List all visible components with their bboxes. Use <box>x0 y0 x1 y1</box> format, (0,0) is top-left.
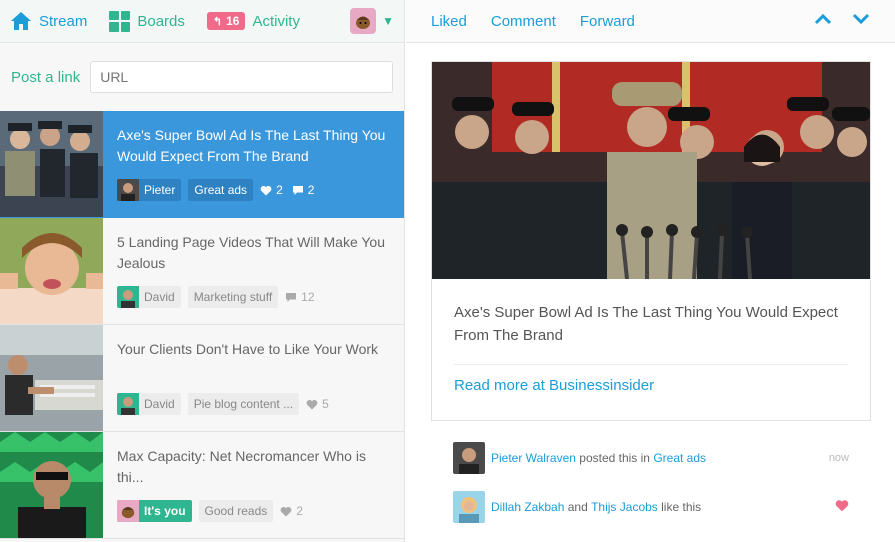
activity-timestamp: now <box>828 452 849 464</box>
user-avatar <box>350 8 377 34</box>
read-more-link[interactable]: Read more at Businessinsider <box>432 365 870 394</box>
chevron-down-icon[interactable] <box>852 12 870 30</box>
activity-row: Dillah Zakbah and Thijs Jacobs like this <box>453 491 849 523</box>
activity-count: 16 <box>226 14 240 28</box>
feed-meta: It's you Good reads 2 <box>117 500 312 522</box>
reply-arrow-icon: ↰ <box>212 15 223 28</box>
home-icon <box>11 12 31 30</box>
feed-meta: David Marketing stuff 12 <box>117 286 324 308</box>
acorn-avatar-icon <box>121 507 135 519</box>
boards-icon <box>109 10 131 32</box>
top-navigation: Stream Boards ↰ 16 Activity ▼ <box>0 0 404 43</box>
avatar <box>453 491 485 523</box>
feed-item[interactable]: Your Clients Don't Have to Like Your Wor… <box>0 325 404 432</box>
post-link-bar: Post a link <box>0 43 404 111</box>
activity-row: Pieter Walraven posted this in Great ads… <box>453 442 849 474</box>
activity-text: posted this in <box>579 451 650 465</box>
author-chip[interactable]: David <box>117 393 181 415</box>
user-menu[interactable]: ▼ <box>350 8 394 34</box>
activity-user-link[interactable]: Thijs Jacobs <box>591 500 658 514</box>
heart-icon <box>260 185 272 195</box>
author-chip[interactable]: David <box>117 286 181 308</box>
detail-pane: Liked Comment Forward Axe's Super Bowl A… <box>406 0 895 542</box>
likes-count: 2 <box>260 183 283 197</box>
board-chip[interactable]: Great ads <box>188 179 254 201</box>
nav-activity[interactable]: ↰ 16 Activity <box>206 12 300 30</box>
liked-button[interactable]: Liked <box>431 13 467 30</box>
detail-toolbar: Liked Comment Forward <box>406 0 895 43</box>
feed-body: Your Clients Don't Have to Like Your Wor… <box>103 325 404 431</box>
heart-icon <box>835 499 849 515</box>
avatar <box>117 500 139 522</box>
nav-stream[interactable]: Stream <box>10 11 87 31</box>
feed-title: Max Capacity: Net Necromancer Who is thi… <box>117 448 366 485</box>
chevron-down-icon: ▼ <box>382 14 394 28</box>
activity-user-link[interactable]: Pieter Walraven <box>491 451 576 465</box>
avatar <box>117 286 139 308</box>
feed-meta: Pieter Great ads 2 2 <box>117 179 323 201</box>
likes-count: 5 <box>306 397 329 411</box>
article-title: Axe's Super Bowl Ad Is The Last Thing Yo… <box>454 304 838 344</box>
author-name: Pieter <box>144 183 176 197</box>
feed-item[interactable]: 5 Landing Page Videos That Will Make You… <box>0 218 404 325</box>
feed-title: Axe's Super Bowl Ad Is The Last Thing Yo… <box>117 127 386 164</box>
likes-value: 2 <box>276 183 283 197</box>
feed-thumbnail <box>0 111 103 217</box>
feed-meta: David Pie blog content ... 5 <box>117 393 338 415</box>
activity-user-link[interactable]: Dillah Zakbah <box>491 500 564 514</box>
chevron-up-icon[interactable] <box>814 12 832 30</box>
feed-thumbnail <box>0 325 103 431</box>
nav-boards[interactable]: Boards <box>109 10 185 32</box>
nav-boards-label: Boards <box>137 12 185 30</box>
url-input[interactable] <box>90 61 393 93</box>
heart-icon <box>306 399 318 409</box>
feed-thumbnail <box>0 218 103 324</box>
feed-body: 5 Landing Page Videos That Will Make You… <box>103 218 404 324</box>
left-pane: Stream Boards ↰ 16 Activity ▼ Post a link… <box>0 0 405 542</box>
comment-icon <box>292 185 303 195</box>
article-image <box>432 62 870 279</box>
feed-item[interactable]: Axe's Super Bowl Ad Is The Last Thing Yo… <box>0 111 404 218</box>
comments-value: 2 <box>307 183 315 197</box>
avatar <box>453 442 485 474</box>
feed-thumbnail <box>0 432 103 538</box>
board-chip[interactable]: Good reads <box>198 500 274 522</box>
author-name: David <box>144 397 175 411</box>
avatar <box>117 179 139 201</box>
likes-value: 2 <box>296 504 303 518</box>
activity-text: like this <box>661 500 702 514</box>
nav-activity-label: Activity <box>252 12 300 30</box>
comment-button[interactable]: Comment <box>491 13 556 30</box>
activity-and: and <box>567 500 588 514</box>
likes-count: 2 <box>280 504 303 518</box>
likes-value: 5 <box>322 397 329 411</box>
feed-title: Your Clients Don't Have to Like Your Wor… <box>117 341 379 357</box>
feed-title: 5 Landing Page Videos That Will Make You… <box>117 234 386 271</box>
feed-body: Axe's Super Bowl Ad Is The Last Thing Yo… <box>103 111 404 217</box>
author-chip[interactable]: Pieter <box>117 179 182 201</box>
comments-count: 12 <box>285 290 315 304</box>
nav-stream-label: Stream <box>39 12 88 30</box>
post-link-label: Post a link <box>11 68 81 86</box>
article-card: Axe's Super Bowl Ad Is The Last Thing Yo… <box>431 61 871 421</box>
avatar <box>117 393 139 415</box>
comments-count: 2 <box>292 183 315 197</box>
comments-value: 12 <box>301 290 315 304</box>
author-chip[interactable]: It's you <box>117 500 192 522</box>
acorn-avatar-icon <box>356 16 371 29</box>
board-chip[interactable]: Marketing stuff <box>187 286 279 308</box>
author-name: It's you <box>144 504 186 518</box>
item-navigation <box>794 12 870 30</box>
author-name: David <box>144 290 175 304</box>
activity-board-link[interactable]: Great ads <box>653 451 706 465</box>
comment-icon <box>286 292 297 302</box>
feed-body: Max Capacity: Net Necromancer Who is thi… <box>103 432 404 538</box>
heart-icon <box>280 506 292 516</box>
forward-button[interactable]: Forward <box>580 13 635 30</box>
activity-badge: ↰ 16 <box>206 12 246 30</box>
feed-item[interactable]: Max Capacity: Net Necromancer Who is thi… <box>0 432 404 539</box>
board-chip[interactable]: Pie blog content ... <box>187 393 300 415</box>
